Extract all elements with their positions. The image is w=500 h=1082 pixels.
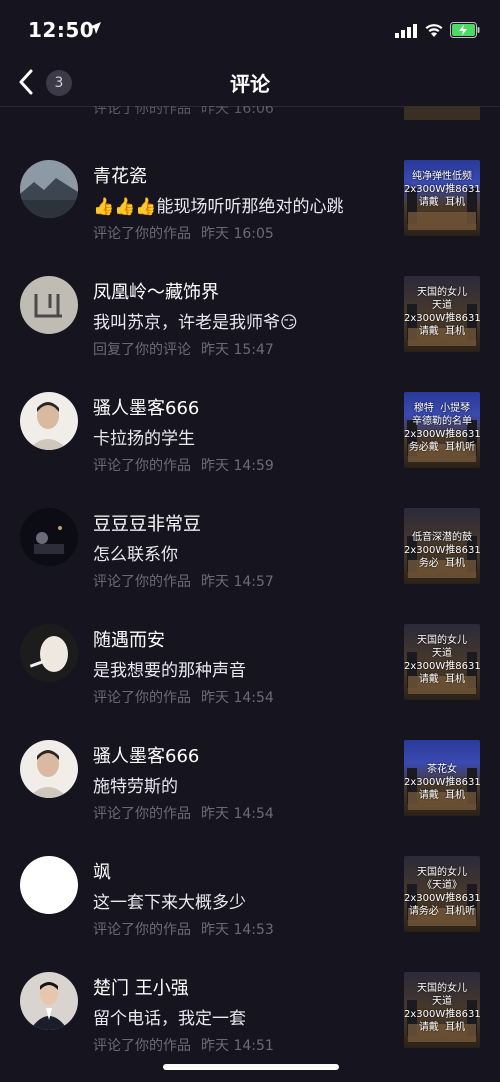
- video-thumbnail[interactable]: 茶花女 2x300W推8631 请戴 耳机: [404, 740, 480, 816]
- avatar[interactable]: [20, 392, 78, 450]
- username[interactable]: 随遇而安: [93, 626, 165, 652]
- comment-text: 施特劳斯的: [93, 777, 178, 797]
- cellular-signal-icon: [395, 24, 417, 38]
- home-indicator: [163, 1064, 339, 1070]
- action-text: 评论了你的作品: [93, 1038, 191, 1054]
- comment-list-item[interactable]: 飒这一套下来大概多少 评论了你的作品 昨天 14:53 天国的女儿 《天道》 2x30…: [0, 816, 500, 938]
- comment-list-item[interactable]: 青花瓷 👍👍👍能现场听听那绝对的心跳 评论了你的作品 昨天 16:05 纯净弹性低频 2…: [0, 120, 500, 242]
- status-time: 12:50: [28, 18, 95, 42]
- partial-meta: 评论了你的作品 昨天 16:06: [93, 106, 274, 118]
- avatar[interactable]: [20, 276, 78, 334]
- avatar[interactable]: [20, 856, 78, 914]
- thumbnail-caption: 天国的女儿 《天道》 2x300W推8631 请务必 耳机听: [404, 867, 480, 917]
- navigation-bar: 3 评论: [0, 60, 500, 107]
- comment-text: 卡拉扬的学生: [93, 429, 195, 449]
- video-thumbnail[interactable]: 天国的女儿 《天道》 2x300W推8631 请务必 耳机听: [404, 856, 480, 932]
- status-bar: 12:50: [0, 0, 500, 60]
- comment-list-item[interactable]: 楚门 王小强留个电话，我定一套评论了你的作品 昨天 14:51 天国的女儿 天道 2…: [0, 932, 500, 1054]
- wifi-icon: [425, 24, 443, 37]
- avatar[interactable]: [20, 972, 78, 1030]
- thumbnail-caption: 纯净弹性低频 2x300W推8631 请戴 耳机: [404, 171, 480, 208]
- video-thumbnail[interactable]: 穆特 小提琴 辛德勒的名单 2x300W推8631 务必戴 耳机听: [404, 392, 480, 468]
- username[interactable]: 豆豆豆非常豆: [93, 510, 201, 536]
- username[interactable]: 楚门 王小强: [93, 974, 189, 1000]
- avatar[interactable]: [20, 624, 78, 682]
- username[interactable]: 凤凰岭～藏饰界: [93, 278, 219, 304]
- comment-text: 我叫苏京，许老是我师爷😏: [93, 313, 298, 333]
- avatar[interactable]: [20, 508, 78, 566]
- comment-meta: 评论了你的作品 昨天 14:51: [93, 1035, 274, 1055]
- comment-text: 怎么联系你: [93, 545, 178, 565]
- comment-text: 留个电话，我定一套: [93, 1009, 246, 1029]
- video-thumbnail[interactable]: 天国的女儿 天道 2x300W推8631 请戴 耳机: [404, 276, 480, 352]
- location-arrow-icon: [89, 22, 101, 34]
- thumbnail-caption: 天国的女儿 天道 2x300W推8631 请戴 耳机: [404, 635, 480, 685]
- video-thumbnail[interactable]: 纯净弹性低频 2x300W推8631 请戴 耳机: [404, 160, 480, 236]
- comment-list-item[interactable]: 随遇而安 是我想要的那种声音 评论了你的作品 昨天 14:54 天国的女儿 天道 2x3…: [0, 584, 500, 706]
- username[interactable]: 飒: [93, 858, 111, 884]
- avatar[interactable]: [20, 160, 78, 218]
- comment-text: 👍👍👍能现场听听那绝对的心跳: [93, 197, 344, 217]
- username[interactable]: 骚人墨客666: [93, 742, 199, 768]
- battery-charging-icon: [450, 22, 480, 38]
- thumbnail-caption: 低音深潜的鼓 2x300W推8631 务必 耳机: [404, 532, 480, 569]
- partial-list-item: 评论了你的作品 昨天 16:06: [0, 106, 500, 120]
- comment-list-item[interactable]: 骚人墨客666 卡拉扬的学生 评论了你的作品 昨天 14:59 穆特 小提琴 辛德勒的名…: [0, 352, 500, 474]
- username[interactable]: 青花瓷: [93, 162, 147, 188]
- comment-list-item[interactable]: 豆豆豆非常豆 怎么联系你 评论了你的作品 昨天 14:57 低音深潜的鼓 2x300W…: [0, 468, 500, 590]
- page-title: 评论: [230, 72, 270, 96]
- video-thumbnail[interactable]: 天国的女儿 天道 2x300W推8631 请戴 耳机: [404, 624, 480, 700]
- action-text: 评论了你的作品: [93, 106, 191, 117]
- timestamp: 昨天 16:06: [201, 106, 274, 117]
- comment-text: 是我想要的那种声音: [93, 661, 246, 681]
- thumbnail-caption: 天国的女儿 天道 2x300W推8631 请戴 耳机: [404, 983, 480, 1033]
- comment-list-item[interactable]: 骚人墨客666 施特劳斯的 评论了你的作品 昨天 14:54 茶花女 2x300W推8…: [0, 700, 500, 822]
- equipment-rack-graphic: [408, 212, 476, 230]
- username[interactable]: 骚人墨客666: [93, 394, 199, 420]
- thumbnail-caption: 天国的女儿 天道 2x300W推8631 请戴 耳机: [404, 287, 480, 337]
- thumbnail-caption: 茶花女 2x300W推8631 请戴 耳机: [404, 764, 480, 801]
- video-thumbnail[interactable]: [404, 106, 480, 120]
- video-thumbnail[interactable]: 低音深潜的鼓 2x300W推8631 务必 耳机: [404, 508, 480, 584]
- video-thumbnail[interactable]: 天国的女儿 天道 2x300W推8631 请戴 耳机: [404, 972, 480, 1048]
- thumbnail-caption: 穆特 小提琴 辛德勒的名单 2x300W推8631 务必戴 耳机听: [404, 403, 480, 453]
- comment-list-item[interactable]: 凤凰岭～藏饰界 我叫苏京，许老是我师爷😏 回复了你的评论 昨天 15:47 天国的女儿 …: [0, 236, 500, 358]
- timestamp: 昨天 14:51: [201, 1038, 274, 1054]
- avatar[interactable]: [20, 740, 78, 798]
- comment-text: 这一套下来大概多少: [93, 893, 246, 913]
